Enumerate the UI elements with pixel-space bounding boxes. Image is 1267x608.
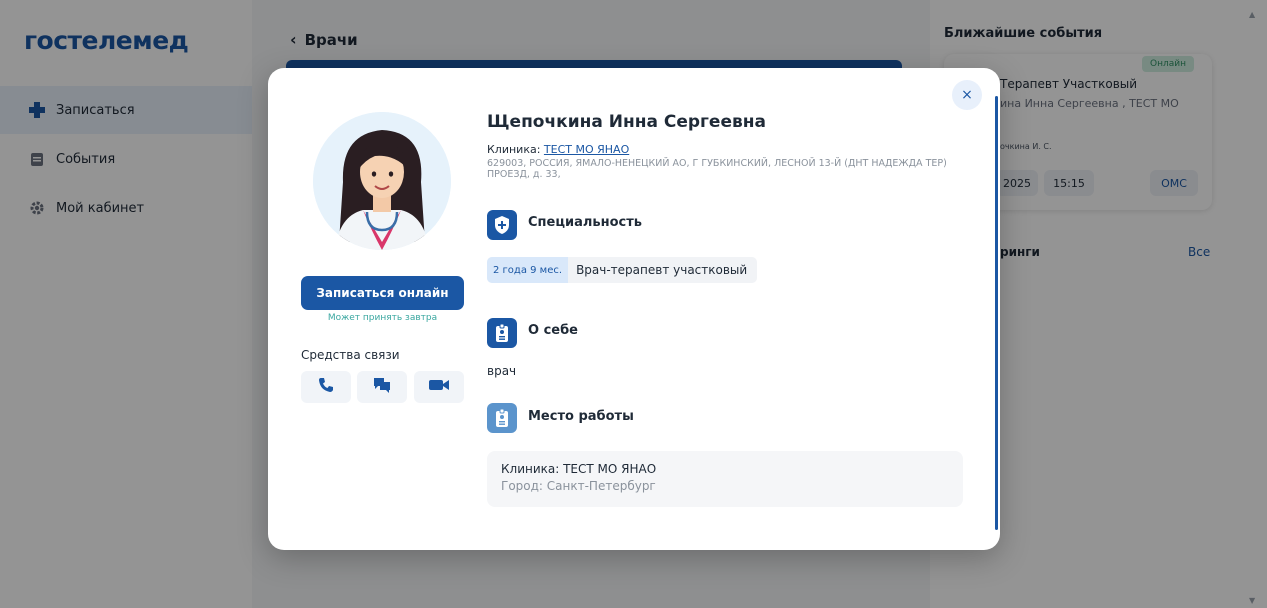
id-badge-icon	[487, 318, 517, 348]
contacts-label: Средства связи	[301, 348, 400, 362]
avatar-illustration-icon	[313, 112, 451, 250]
shield-plus-icon	[487, 210, 517, 240]
book-online-button[interactable]: Записаться онлайн	[301, 276, 464, 310]
specialty-chip: 2 года 9 мес. Врач-терапевт участковый	[487, 257, 758, 283]
modal-scrollbar[interactable]	[995, 96, 998, 530]
video-button[interactable]	[414, 371, 464, 403]
about-title: О себе	[528, 323, 578, 338]
clinic-prefix: Клиника:	[487, 143, 544, 156]
experience-badge: 2 года 9 мес.	[487, 257, 569, 283]
close-button[interactable]: ×	[952, 80, 982, 110]
doctor-avatar	[313, 112, 451, 250]
workplace-title: Место работы	[528, 409, 634, 424]
chat-icon	[372, 376, 392, 398]
phone-icon	[317, 376, 335, 398]
clinic-address: 629003, РОССИЯ, ЯМАЛО-НЕНЕЦКИЙ АО, Г ГУБ…	[487, 158, 947, 180]
about-text: врач	[487, 364, 517, 378]
specialty-name: Врач-терапевт участковый	[576, 263, 748, 277]
clinic-link[interactable]: ТЕСТ МО ЯНАО	[544, 143, 629, 156]
video-camera-icon	[428, 377, 450, 397]
workplace-clinic: Клиника: ТЕСТ МО ЯНАО	[501, 462, 657, 476]
chat-button[interactable]	[357, 371, 407, 403]
doctor-name: Щепочкина Инна Сергеевна	[487, 112, 766, 132]
workplace-city: Город: Санкт-Петербург	[501, 479, 656, 493]
workplace-badge-icon	[487, 403, 517, 433]
clinic-line: Клиника: ТЕСТ МО ЯНАО	[487, 143, 629, 156]
phone-button[interactable]	[301, 371, 351, 403]
specialty-title: Специальность	[528, 215, 642, 230]
availability-note: Может принять завтра	[327, 313, 438, 323]
close-icon: ×	[961, 87, 973, 103]
